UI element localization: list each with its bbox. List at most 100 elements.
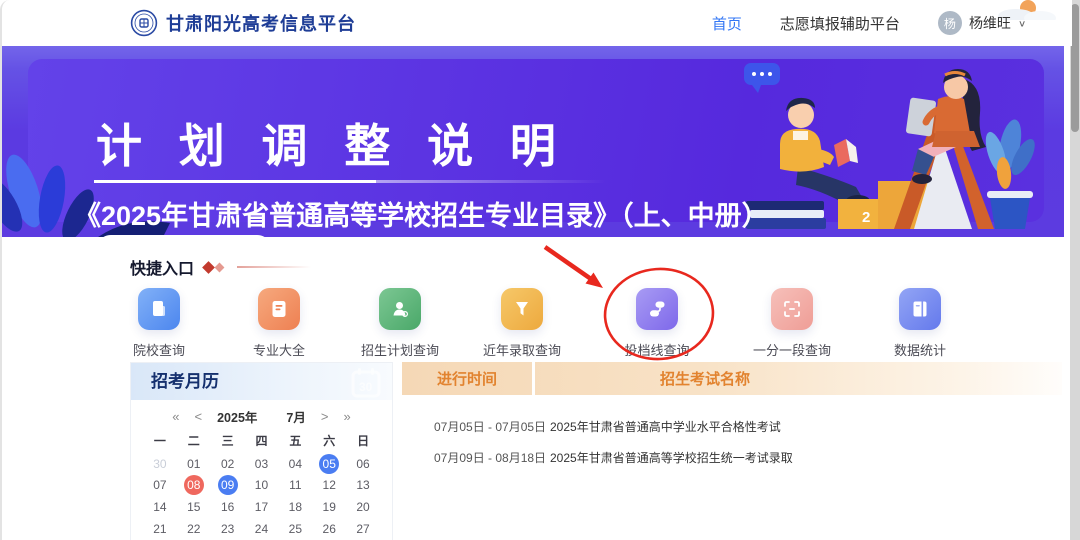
quick-item-admission-history[interactable]: 近年录取查询 (462, 288, 582, 359)
calendar-day[interactable]: 15 (177, 496, 211, 518)
banner-title: 计 划 调 整 说 明 (96, 110, 568, 176)
calendar-nav: « < 2025年 7月 > » (131, 403, 392, 429)
exam-schedule-table: 进行时间 招生考试名称 07月05日 - 07月05日2025年甘肃省普通高中学… (402, 362, 1062, 540)
site-logo-icon (130, 9, 158, 37)
quick-item-major-catalog[interactable]: 专业大全 (219, 288, 339, 359)
banner-carousel[interactable]: 2 3 (2, 46, 1064, 237)
school-icon (138, 288, 180, 330)
calendar-header: 招考月历 30 (131, 363, 392, 400)
calendar-day[interactable]: 18 (278, 496, 312, 518)
year-select[interactable]: 2025年 (217, 407, 257, 426)
diamond-icon (215, 262, 225, 272)
page: 甘肃阳光高考信息平台 首页 志愿填报辅助平台 杨 杨维旺 ∨ (0, 0, 1080, 540)
avatar: 杨 (938, 11, 962, 35)
quick-item-score-segment-query[interactable]: 一分一段查询 (732, 288, 852, 359)
quick-item-label: 院校查询 (133, 340, 185, 359)
calendar-day[interactable]: 20 (346, 496, 380, 518)
calendar-weekday: 三 (211, 429, 245, 453)
schedule-exam-name[interactable]: 2025年甘肃省普通高中学业水平合格性考试 (550, 419, 1062, 435)
calendar-weekday: 一 (143, 429, 177, 453)
calendar-day[interactable]: 21 (143, 518, 177, 540)
quick-item-cutoff-line-query[interactable]: 投档线查询 (597, 288, 717, 359)
top-header: 甘肃阳光高考信息平台 首页 志愿填报辅助平台 杨 杨维旺 ∨ (2, 0, 1072, 46)
schedule-header: 进行时间 招生考试名称 (402, 362, 1062, 395)
calendar-day[interactable]: 02 (211, 453, 245, 475)
schedule-time: 07月05日 - 07月05日 (434, 419, 550, 435)
brand-title: 甘肃阳光高考信息平台 (166, 10, 356, 36)
calendar-day[interactable]: 09 (211, 475, 245, 497)
calendar-day[interactable]: 14 (143, 496, 177, 518)
calendar-day[interactable]: 05 (312, 453, 346, 475)
schedule-row[interactable]: 07月05日 - 07月05日2025年甘肃省普通高中学业水平合格性考试 (402, 419, 1062, 435)
calendar-day[interactable]: 07 (143, 475, 177, 497)
quick-item-data-statistics[interactable]: 数据统计 (860, 288, 980, 359)
nav-home[interactable]: 首页 (712, 13, 742, 34)
calendar-day[interactable]: 25 (278, 518, 312, 540)
nav-volunteer-platform[interactable]: 志愿填报辅助平台 (780, 13, 900, 34)
person-icon (379, 288, 421, 330)
quick-item-label: 近年录取查询 (483, 340, 561, 359)
calendar-day[interactable]: 11 (278, 475, 312, 497)
quick-item-label: 专业大全 (253, 340, 305, 359)
scrollbar-thumb[interactable] (1071, 4, 1079, 132)
calendar-day[interactable]: 27 (346, 518, 380, 540)
calendar-weekday: 日 (346, 429, 380, 453)
calendar-day[interactable]: 01 (177, 453, 211, 475)
calendar-day[interactable]: 22 (177, 518, 211, 540)
prev-year-button[interactable]: « (172, 410, 179, 423)
diamond-icon (202, 261, 215, 274)
next-year-button[interactable]: » (343, 410, 350, 423)
schedule-col-name: 招生考试名称 (535, 368, 875, 389)
schedule-col-time: 进行时间 (402, 368, 532, 389)
month-select[interactable]: 7月 (286, 407, 305, 426)
next-month-button[interactable]: > (321, 410, 329, 423)
calendar-day[interactable]: 16 (211, 496, 245, 518)
calendar-day[interactable]: 03 (245, 453, 279, 475)
quick-item-label: 一分一段查询 (753, 340, 831, 359)
brand[interactable]: 甘肃阳光高考信息平台 (130, 9, 356, 37)
calendar-day[interactable]: 30 (143, 453, 177, 475)
calendar-day[interactable]: 08 (177, 475, 211, 497)
schedule-row[interactable]: 07月09日 - 08月18日2025年甘肃省普通高等学校招生统一考试录取 (402, 450, 1062, 466)
calendar-day[interactable]: 04 (278, 453, 312, 475)
calendar-weekday: 四 (245, 429, 279, 453)
user-menu[interactable]: 杨 杨维旺 ∨ (938, 11, 1026, 35)
header-nav: 首页 志愿填报辅助平台 杨 杨维旺 ∨ (712, 0, 1026, 46)
book-icon (899, 288, 941, 330)
calendar-day[interactable]: 24 (245, 518, 279, 540)
students-illustration: 2 3 (738, 49, 1038, 229)
annotation-arrowhead (586, 273, 604, 289)
svg-text:30: 30 (359, 380, 373, 394)
banner-title-underline (94, 180, 376, 183)
calendar-30-icon: 30 (350, 366, 382, 398)
exam-calendar-panel: 招考月历 30 « < 2025年 7月 > » 一二三四五六日30010203… (130, 362, 393, 540)
quick-item-label: 数据统计 (894, 340, 946, 359)
calendar-day[interactable]: 06 (346, 453, 380, 475)
quick-entry-header: 快捷入口 (130, 255, 311, 279)
quick-entry-title: 快捷入口 (130, 255, 194, 279)
calendar-day[interactable]: 19 (312, 496, 346, 518)
svg-text:2: 2 (862, 209, 870, 226)
decorative-line (237, 266, 311, 268)
quick-item-label: 投档线查询 (624, 340, 689, 359)
calendar-weekday: 六 (312, 429, 346, 453)
calendar-day[interactable]: 26 (312, 518, 346, 540)
schedule-exam-name[interactable]: 2025年甘肃省普通高等学校招生统一考试录取 (550, 450, 1062, 466)
prev-month-button[interactable]: < (195, 410, 203, 423)
calendar-day[interactable]: 13 (346, 475, 380, 497)
calendar-weekday: 五 (278, 429, 312, 453)
schedule-time: 07月09日 - 08月18日 (434, 450, 550, 466)
quick-item-school-query[interactable]: 院校查询 (99, 288, 219, 359)
quick-item-enrollment-plan[interactable]: 招生计划查询 (340, 288, 460, 359)
banner-detail-button[interactable]: 部分内容调整说明 (96, 235, 272, 237)
quick-item-label: 招生计划查询 (361, 340, 439, 359)
calendar-grid: 一二三四五六日300102030405060708091011121314151… (131, 429, 392, 540)
calendar-day[interactable]: 12 (312, 475, 346, 497)
calendar-day[interactable]: 17 (245, 496, 279, 518)
bracket-icon (771, 288, 813, 330)
vertical-scrollbar[interactable] (1070, 0, 1080, 540)
schedule-rows: 07月05日 - 07月05日2025年甘肃省普通高中学业水平合格性考试07月0… (402, 395, 1062, 466)
banner-subtitle: 《2025年甘肃省普通高等学校招生专业目录》（上、中册） (74, 194, 769, 233)
calendar-day[interactable]: 10 (245, 475, 279, 497)
calendar-day[interactable]: 23 (211, 518, 245, 540)
